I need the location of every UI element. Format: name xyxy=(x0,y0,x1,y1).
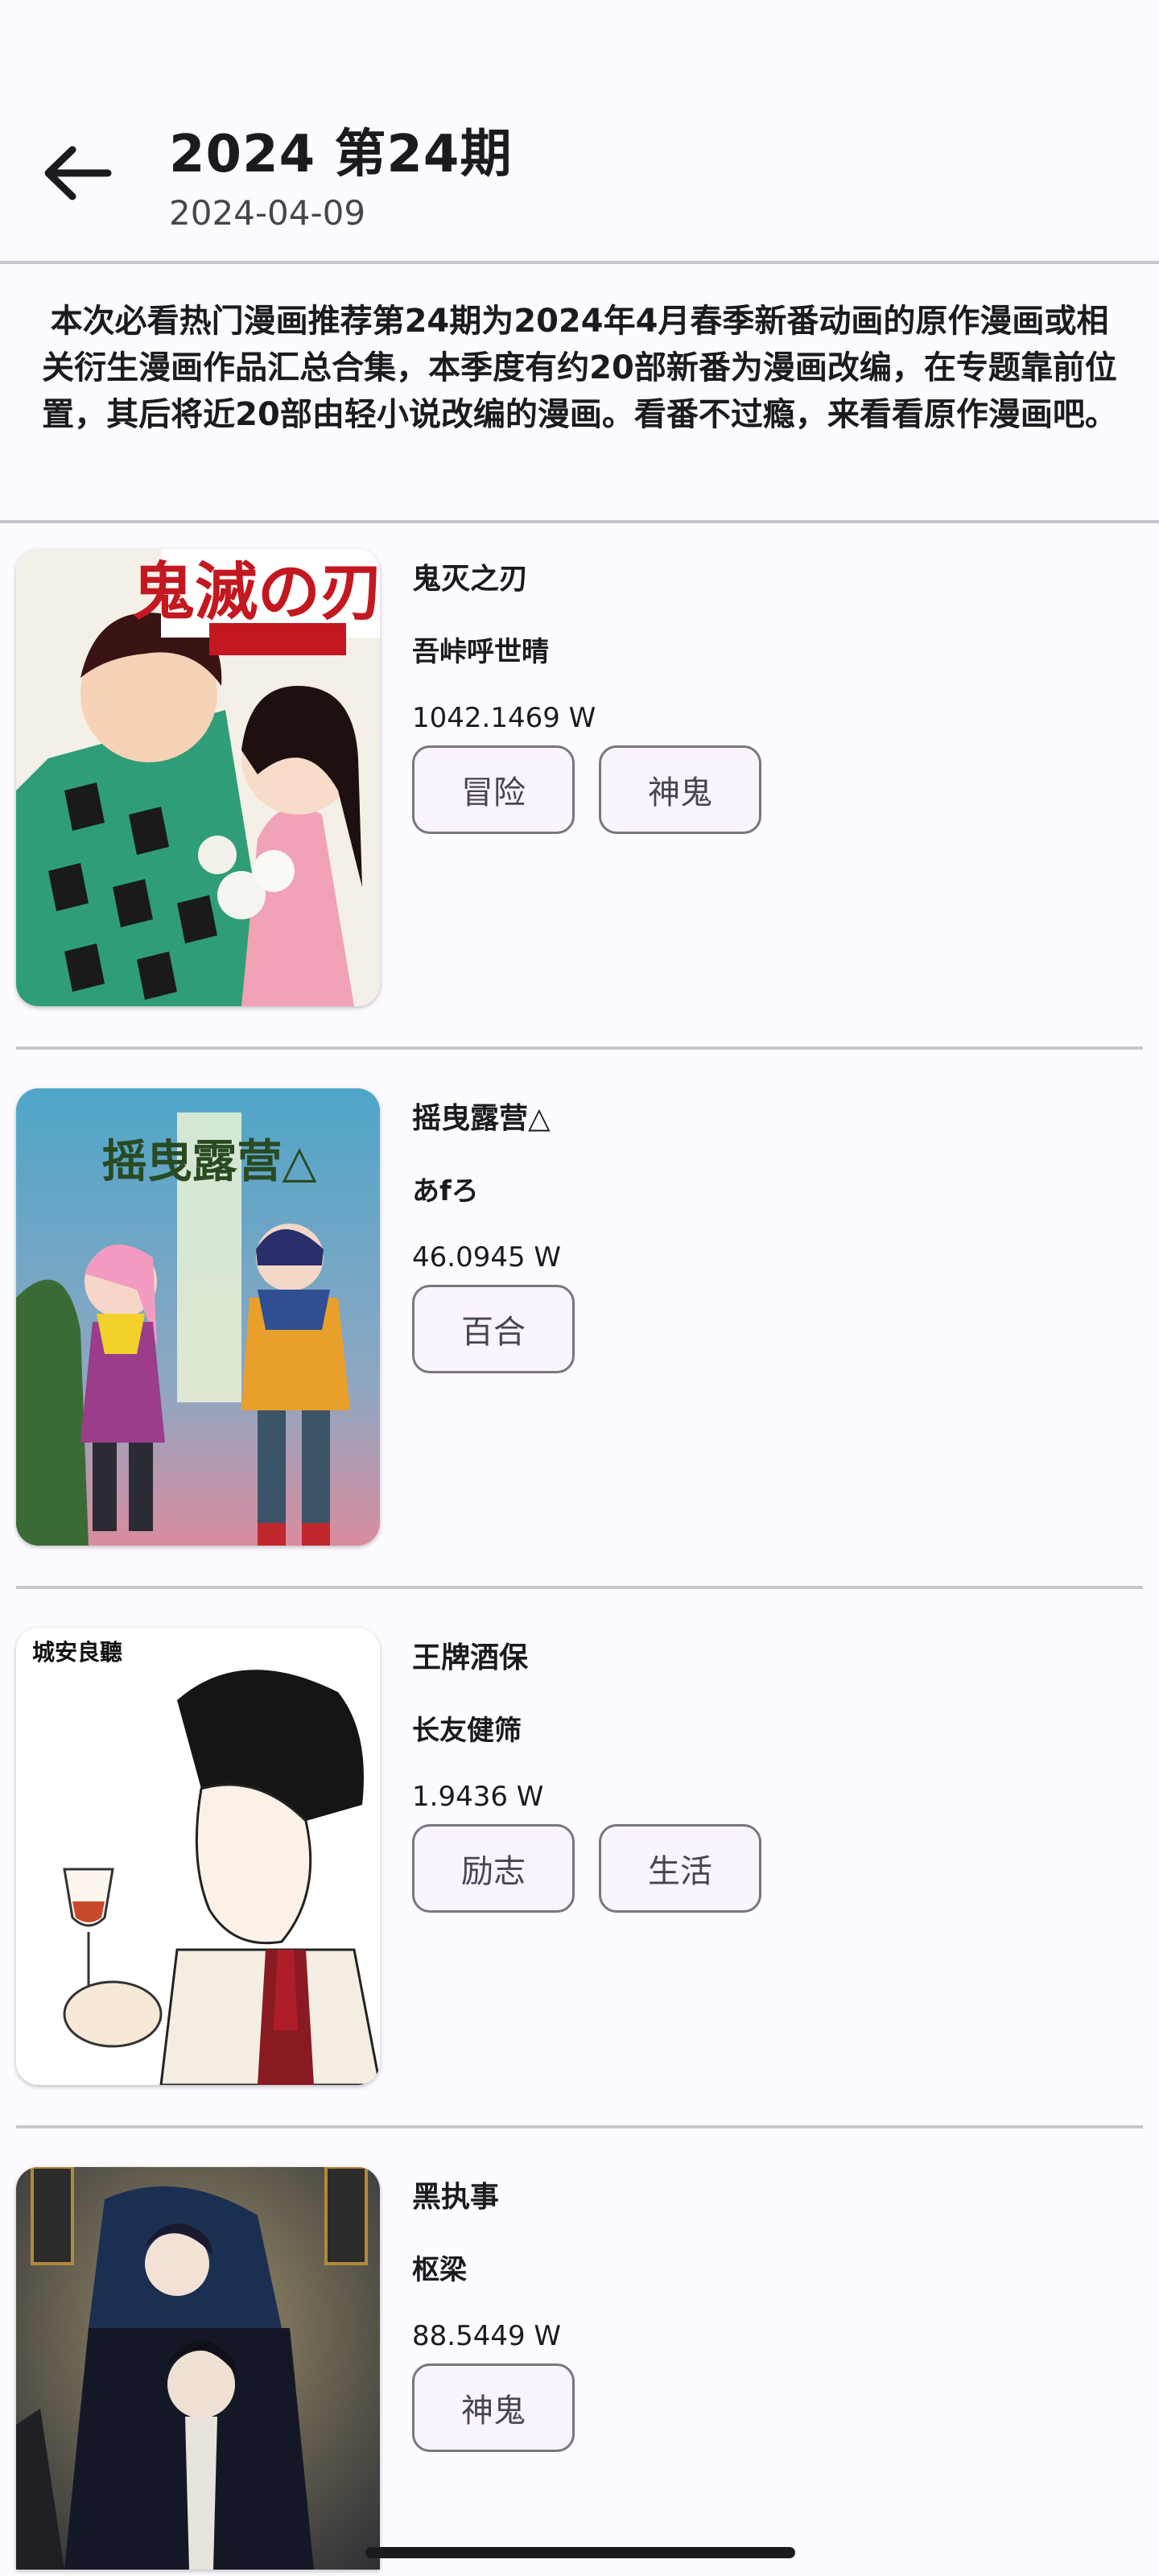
tag-list: 神鬼 xyxy=(412,2363,575,2452)
cover-title-text: 鬼滅の刃 xyxy=(132,557,380,627)
tag-chip[interactable]: 励志 xyxy=(412,1824,575,1913)
manga-title[interactable]: 摇曳露营△ xyxy=(412,1095,551,1137)
tag-list: 冒险 神鬼 xyxy=(412,745,761,834)
manga-title[interactable]: 王牌酒保 xyxy=(412,1634,528,1676)
view-count: 88.5449 W xyxy=(412,2320,562,2352)
manga-author: 枢梁 xyxy=(412,2254,467,2286)
issue-date: 2024-04-09 xyxy=(169,193,366,233)
manga-author: 长友健筛 xyxy=(412,1715,522,1747)
manga-title[interactable]: 鬼灭之刃 xyxy=(412,555,528,597)
page-title: 2024 第24期 xyxy=(169,125,513,184)
list-item[interactable]: 城安良聽 王牌酒保 长友健筛 1.9436 W 励志 生活 xyxy=(0,1602,1159,2141)
item-divider xyxy=(16,2125,1143,2128)
view-count: 1042.1469 W xyxy=(412,702,596,734)
cover-image[interactable]: 摇曳露营△ xyxy=(16,1088,380,1546)
view-count: 46.0945 W xyxy=(412,1241,562,1274)
tag-chip[interactable]: 神鬼 xyxy=(412,2363,575,2452)
item-divider xyxy=(16,1046,1143,1050)
manga-author: あfろ xyxy=(412,1175,479,1208)
tag-chip[interactable]: 生活 xyxy=(599,1824,761,1913)
cover-title-text: 摇曳露营△ xyxy=(101,1136,316,1188)
view-count: 1.9436 W xyxy=(412,1781,544,1813)
cover-title-text: 城安良聽 xyxy=(32,1639,122,1666)
tag-chip[interactable]: 冒险 xyxy=(412,745,575,834)
app-header: 2024 第24期 2024-04-09 xyxy=(0,0,1159,264)
tag-chip[interactable]: 百合 xyxy=(412,1285,575,1373)
back-button[interactable] xyxy=(32,129,121,217)
list-item[interactable]: 摇曳露营△ 摇曳露营△ あfろ 46.0945 W 百合 xyxy=(0,1063,1159,1602)
manga-issue-page: 2024 第24期 2024-04-09 本次必看热门漫画推荐第24期为2024… xyxy=(0,0,1159,2576)
manga-author: 吾峠呼世晴 xyxy=(412,636,549,668)
cover-image[interactable] xyxy=(16,2167,380,2570)
list-item[interactable]: 黑执事 枢梁 88.5449 W 神鬼 xyxy=(0,2141,1159,2576)
home-indicator[interactable] xyxy=(365,2547,795,2558)
list-item[interactable]: 鬼滅の刃 鬼灭之刃 吾峠呼世晴 1042.1469 W 冒险 神鬼 xyxy=(0,523,1159,1063)
header-divider xyxy=(0,261,1159,264)
tag-list: 百合 xyxy=(412,1285,575,1373)
arrow-left-icon xyxy=(44,146,112,200)
manga-title[interactable]: 黑执事 xyxy=(412,2174,499,2215)
cover-image[interactable]: 城安良聽 xyxy=(16,1628,380,2085)
cover-image[interactable]: 鬼滅の刃 xyxy=(16,549,380,1006)
issue-description: 本次必看热门漫画推荐第24期为2024年4月春季新番动画的原作漫画或相关衍生漫画… xyxy=(42,303,1117,433)
tag-list: 励志 生活 xyxy=(412,1824,761,1913)
item-divider xyxy=(16,1586,1143,1589)
tag-chip[interactable]: 神鬼 xyxy=(599,745,761,834)
